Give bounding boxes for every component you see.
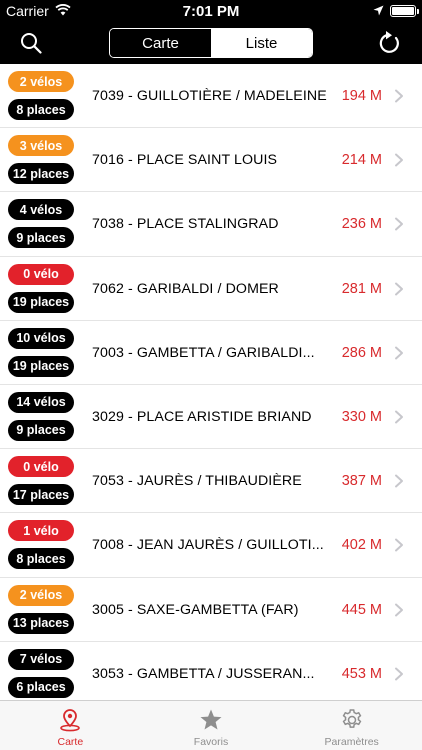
station-name: 7039 - GUILLOTIÈRE / MADELEINE [92, 88, 327, 104]
refresh-button[interactable] [374, 28, 404, 58]
bikes-badge: 2 vélos [8, 584, 74, 606]
station-row[interactable]: 14 vélos 9 places 3029 - PLACE ARISTIDE BR… [0, 385, 422, 450]
station-distance: 236 M [341, 216, 382, 233]
tab-bar: Carte Favoris Paramètres [0, 700, 422, 750]
chevron-right-icon [395, 603, 403, 616]
station-distance: 402 M [341, 537, 382, 554]
places-badge: 6 places [8, 676, 74, 698]
availability-badges: 14 vélos 9 places [8, 391, 74, 448]
station-distance: 453 M [341, 665, 382, 682]
bikes-badge: 0 vélo [8, 456, 74, 478]
status-bar: Carrier 7:01 PM [0, 0, 422, 22]
availability-badges: 1 vélo 8 places [8, 520, 74, 576]
chevron-right-icon [395, 153, 403, 167]
bikes-badge: 3 vélos [8, 135, 74, 157]
tab-favoris-label: Favoris [193, 736, 229, 748]
places-badge: 19 places [8, 355, 74, 377]
station-name: 7062 - GARIBALDI / DOMER [92, 280, 279, 297]
chevron-right-icon [395, 667, 403, 681]
station-name: 3029 - PLACE ARISTIDE BRIAND [92, 408, 312, 425]
places-badge: 17 places [8, 484, 74, 506]
segment-liste[interactable]: Liste [211, 29, 312, 57]
view-segmented-control: Carte Liste [109, 28, 313, 58]
map-pin-icon [57, 707, 83, 733]
tab-carte-label: Carte [57, 736, 84, 748]
station-row[interactable]: 2 vélos 13 places 3005 - SAXE-GAMBETTA (FA… [0, 578, 422, 642]
battery-icon [390, 5, 419, 17]
status-time: 7:01 PM [182, 3, 240, 20]
station-distance: 445 M [341, 601, 382, 618]
station-distance: 214 M [341, 152, 382, 169]
station-distance: 330 M [341, 408, 382, 425]
chevron-right-icon [395, 538, 403, 552]
availability-badges: 4 vélos 9 places [8, 199, 74, 255]
search-icon [21, 33, 42, 54]
places-badge: 19 places [8, 291, 74, 313]
station-name: 7053 - JAURÈS / THIBAUDIÈRE [92, 473, 302, 490]
tab-carte[interactable]: Carte [0, 701, 141, 750]
station-row[interactable]: 0 vélo 17 places 7053 - JAURÈS / THIBAUDIÈ… [0, 449, 422, 514]
status-right [373, 3, 419, 19]
availability-badges: 0 vélo 17 places [8, 456, 74, 512]
places-badge: 8 places [8, 99, 74, 120]
station-name: 7016 - PLACE SAINT LOUIS [92, 152, 278, 169]
station-row[interactable]: 4 vélos 9 places 7038 - PLACE STALINGRAD 23… [0, 192, 422, 257]
station-row[interactable]: 0 vélo 19 places 7062 - GARIBALDI / DOMER 2… [0, 257, 422, 321]
chevron-right-icon [395, 410, 403, 424]
station-row[interactable]: 2 vélos 8 places 7039 - GUILLOTIÈRE / MADE… [0, 64, 422, 129]
station-distance: 281 M [341, 280, 382, 297]
tab-favoris[interactable]: Favoris [141, 701, 282, 750]
star-icon [198, 707, 224, 733]
search-button[interactable] [16, 28, 46, 58]
places-badge: 8 places [8, 548, 74, 570]
gear-icon [339, 707, 365, 733]
availability-badges: 10 vélos 19 places [8, 327, 74, 384]
navigation-bar: Carte Liste [0, 22, 422, 64]
station-name: 3005 - SAXE-GAMBETTA (FAR) [92, 601, 299, 618]
chevron-right-icon [395, 217, 403, 231]
station-row[interactable]: 1 vélo 8 places 7008 - JEAN JAURÈS / GUILL… [0, 513, 422, 578]
station-row[interactable]: 7 vélos 6 places 3053 - GAMBETTA / JUSSERA… [0, 642, 422, 700]
chevron-right-icon [395, 282, 403, 296]
station-distance: 286 M [341, 344, 382, 361]
bikes-badge: 0 vélo [8, 263, 74, 285]
bikes-badge: 2 vélos [8, 71, 74, 92]
bikes-badge: 1 vélo [8, 520, 74, 542]
availability-badges: 2 vélos 13 places [8, 584, 74, 641]
location-arrow-icon [373, 3, 384, 19]
segment-carte[interactable]: Carte [110, 29, 211, 57]
chevron-right-icon [395, 89, 403, 103]
station-name: 7008 - JEAN JAURÈS / GUILLOTI... [92, 537, 324, 554]
places-badge: 9 places [8, 227, 74, 249]
bikes-badge: 14 vélos [8, 391, 74, 413]
tab-parametres-label: Paramètres [324, 736, 379, 748]
bikes-badge: 4 vélos [8, 199, 74, 221]
places-badge: 12 places [8, 163, 74, 185]
places-badge: 9 places [8, 419, 74, 441]
station-row[interactable]: 10 vélos 19 places 7003 - GAMBETTA / GARIB… [0, 321, 422, 385]
station-name: 7003 - GAMBETTA / GARIBALDI... [92, 344, 315, 361]
refresh-icon [379, 31, 399, 53]
availability-badges: 7 vélos 6 places [8, 648, 74, 700]
bikes-badge: 10 vélos [8, 327, 74, 349]
chevron-right-icon [395, 346, 403, 360]
places-badge: 13 places [8, 612, 74, 634]
station-distance: 194 M [341, 88, 382, 104]
bikes-badge: 7 vélos [8, 648, 74, 670]
station-distance: 387 M [341, 473, 382, 490]
availability-badges: 2 vélos 8 places [8, 71, 74, 127]
station-name: 3053 - GAMBETTA / JUSSERAN... [92, 665, 315, 682]
tab-parametres[interactable]: Paramètres [281, 701, 422, 750]
chevron-right-icon [395, 474, 403, 488]
availability-badges: 3 vélos 12 places [8, 135, 74, 191]
availability-badges: 0 vélo 19 places [8, 263, 74, 320]
station-name: 7038 - PLACE STALINGRAD [92, 216, 279, 233]
station-row[interactable]: 3 vélos 12 places 7016 - PLACE SAINT LOUIS… [0, 128, 422, 193]
station-list: 2 vélos 8 places 7039 - GUILLOTIÈRE / MADE… [0, 64, 422, 700]
